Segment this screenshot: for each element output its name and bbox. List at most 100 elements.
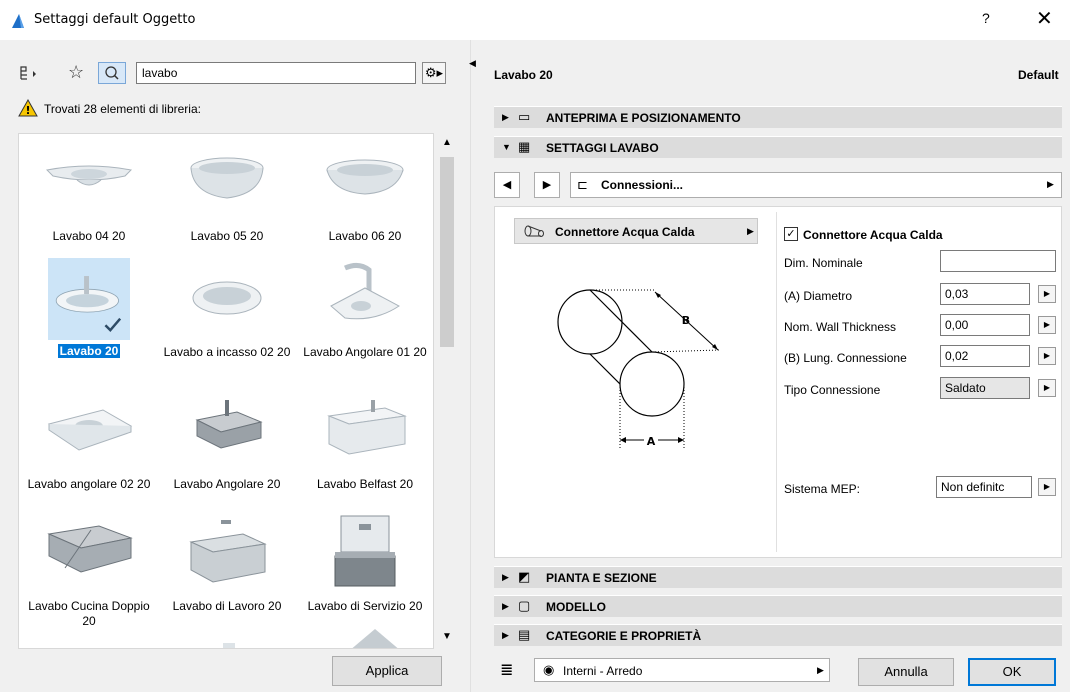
close-button[interactable]: ✕ xyxy=(1036,6,1053,31)
diametro-field[interactable] xyxy=(940,283,1030,305)
item-label: Lavabo 20 xyxy=(57,344,121,358)
section-plan[interactable]: ▶ ◩ PIANTA E SEZIONE xyxy=(494,566,1062,588)
item-label: Lavabo Belfast 20 xyxy=(316,477,414,491)
collapse-arrow-icon: ▼ xyxy=(502,142,511,152)
dropdown-arrow-icon: ▶ xyxy=(817,665,824,675)
library-item[interactable]: Lavabo Cucina Doppio 20 xyxy=(21,512,157,629)
document-icon: ▤ xyxy=(518,627,531,642)
item-label: Lavabo a incasso 02 20 xyxy=(163,345,291,359)
basin-thumbnail xyxy=(190,157,264,199)
library-item-selected[interactable]: Lavabo 20 xyxy=(21,258,157,359)
connector-checkbox-label: Connettore Acqua Calda xyxy=(803,228,943,242)
favorites-star-icon[interactable]: ☆ xyxy=(68,62,84,83)
param-label: Dim. Nominale xyxy=(784,256,863,270)
section-categories[interactable]: ▶ ▤ CATEGORIE E PROPRIETÀ xyxy=(494,624,1062,646)
library-item[interactable]: Lavabo di Servizio 20 xyxy=(297,512,433,614)
expand-arrow-icon: ▶ xyxy=(502,112,509,122)
search-icon xyxy=(105,66,119,80)
item-label: Lavabo Angolare 20 xyxy=(173,477,281,491)
page-dropdown[interactable]: ⊏ Connessioni... ▶ xyxy=(570,172,1062,198)
basin-thumbnail xyxy=(55,276,122,332)
param-label: (A) Diametro xyxy=(784,289,853,303)
panel-splitter[interactable]: ◀ xyxy=(469,40,478,692)
basin-thumbnail xyxy=(330,262,400,320)
preview-icon: ▭ xyxy=(518,109,531,124)
dim-nominale-field[interactable] xyxy=(940,250,1056,272)
section-model[interactable]: ▶ ▢ MODELLO xyxy=(494,595,1062,617)
section-preview[interactable]: ▶ ▭ ANTEPRIMA E POSIZIONAMENTO xyxy=(494,106,1062,128)
connector-dropdown[interactable]: Connettore Acqua Calda ▶ xyxy=(514,218,758,244)
search-mode-button[interactable] xyxy=(98,62,126,84)
svg-text:!: ! xyxy=(25,104,30,117)
basin-thumbnail xyxy=(334,515,396,587)
sistema-mep-select[interactable]: Non definitc xyxy=(936,476,1032,498)
scroll-up-icon[interactable]: ▲ xyxy=(442,137,452,148)
param-label: Tipo Connessione xyxy=(784,383,881,397)
basin-thumbnail xyxy=(47,409,133,451)
collapse-arrow-icon[interactable]: ◀ xyxy=(469,58,476,69)
library-items-grid: Lavabo 04 20 Lavabo 05 20 Lavabo 06 20 L… xyxy=(18,133,434,649)
scroll-down-icon[interactable]: ▼ xyxy=(442,631,452,642)
library-item[interactable]: Lavabo Angolare 01 20 xyxy=(297,258,433,360)
ok-button[interactable]: OK xyxy=(968,658,1056,686)
wall-thickness-field[interactable] xyxy=(940,314,1030,336)
cancel-button[interactable]: Annulla xyxy=(858,658,954,686)
basin-thumbnail xyxy=(189,520,267,583)
expand-arrow-icon: ▶ xyxy=(502,601,509,611)
connection-icon: ⊏ xyxy=(577,177,588,192)
apply-button[interactable]: Applica xyxy=(332,656,442,686)
label-a: A xyxy=(647,435,656,448)
eye-icon: ◉ xyxy=(543,662,555,677)
prev-page-button[interactable]: ◀ xyxy=(494,172,520,198)
default-label: Default xyxy=(1018,68,1059,82)
param-arrow-icon[interactable]: ▶ xyxy=(1038,478,1056,496)
window-title: Settaggi default Oggetto xyxy=(34,12,196,27)
tipo-connessione-select[interactable]: Saldato xyxy=(940,377,1030,399)
pipe-icon xyxy=(524,225,544,237)
search-input[interactable] xyxy=(136,62,416,84)
dropdown-arrow-icon: ▶ xyxy=(747,226,754,236)
section-settings[interactable]: ▼ ▦ SETTAGGI LAVABO xyxy=(494,136,1062,158)
library-tree-icon[interactable] xyxy=(18,64,40,87)
lung-connessione-field[interactable] xyxy=(940,345,1030,367)
help-button[interactable]: ? xyxy=(982,10,990,26)
param-arrow-icon[interactable]: ▶ xyxy=(1038,316,1056,334)
item-label: Lavabo 06 20 xyxy=(328,229,402,243)
library-item[interactable]: Lavabo 05 20 xyxy=(159,142,295,244)
layers-icon[interactable]: ≣ xyxy=(500,660,513,680)
param-label: Sistema MEP: xyxy=(784,482,861,496)
param-arrow-icon[interactable]: ▶ xyxy=(1038,347,1056,365)
partial-thumbnail xyxy=(223,643,235,648)
library-scrollbar[interactable]: ▲ ▼ xyxy=(436,133,458,649)
basin-thumbnail xyxy=(327,400,407,455)
title-bar: Settaggi default Oggetto ? ✕ xyxy=(0,0,1070,40)
item-label: Lavabo 04 20 xyxy=(52,229,126,243)
basin-thumbnail xyxy=(195,400,263,449)
vertical-separator xyxy=(776,212,777,552)
library-item[interactable]: Lavabo di Lavoro 20 xyxy=(159,512,295,614)
item-label: Lavabo di Servizio 20 xyxy=(307,599,423,613)
library-item[interactable]: Lavabo angolare 02 20 xyxy=(21,390,157,492)
connector-checkbox[interactable]: ✓ xyxy=(784,227,798,241)
connection-diagram: A B xyxy=(557,289,721,448)
library-item[interactable]: Lavabo Angolare 20 xyxy=(159,390,295,492)
settings-table-icon: ▦ xyxy=(518,139,531,154)
scrollbar-thumb[interactable] xyxy=(440,157,454,347)
object-name: Lavabo 20 xyxy=(494,68,553,82)
param-arrow-icon[interactable]: ▶ xyxy=(1038,379,1056,397)
next-page-button[interactable]: ▶ xyxy=(534,172,560,198)
layer-dropdown[interactable]: ◉ Interni - Arredo ▶ xyxy=(534,658,830,682)
library-item[interactable]: Lavabo Belfast 20 xyxy=(297,390,433,492)
plan-section-icon: ◩ xyxy=(518,569,531,584)
item-label: Lavabo angolare 02 20 xyxy=(27,477,151,491)
library-item[interactable]: Lavabo a incasso 02 20 xyxy=(159,258,295,360)
found-count-text: Trovati 28 elementi di libreria: xyxy=(44,102,201,116)
param-label: (B) Lung. Connessione xyxy=(784,351,907,365)
item-label: Lavabo 05 20 xyxy=(190,229,264,243)
param-arrow-icon[interactable]: ▶ xyxy=(1038,285,1056,303)
library-item[interactable]: Lavabo 04 20 xyxy=(21,142,157,244)
gear-icon[interactable]: ⚙▸ xyxy=(422,62,446,84)
basin-thumbnail xyxy=(45,165,133,186)
model-cube-icon: ▢ xyxy=(518,598,531,613)
library-item[interactable]: Lavabo 06 20 xyxy=(297,142,433,244)
